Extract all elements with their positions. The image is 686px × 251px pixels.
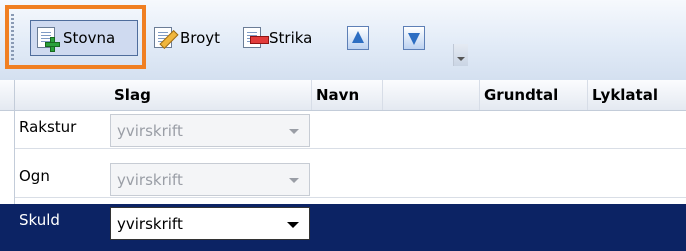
table-row[interactable]: Ogn yvirskrift — [0, 160, 686, 198]
add-document-icon — [35, 25, 62, 52]
strika-button[interactable]: Strika — [241, 20, 333, 56]
column-header-blank[interactable] — [383, 80, 480, 110]
toolbar-grip[interactable] — [11, 14, 14, 60]
data-grid: Slag Navn Grundtal Lyklatal Rakstur yvir… — [0, 80, 686, 251]
table-row[interactable]: Rakstur yvirskrift — [0, 111, 686, 149]
column-header-navn[interactable]: Navn — [312, 80, 383, 110]
stovna-button[interactable]: Stovna — [30, 20, 138, 56]
slag-select[interactable]: yvirskrift — [110, 207, 310, 240]
grid-header: Slag Navn Grundtal Lyklatal — [0, 80, 686, 111]
broyt-label: Broyt — [180, 29, 221, 47]
column-header-grundtal[interactable]: Grundtal — [480, 80, 588, 110]
move-up-button[interactable] — [345, 20, 375, 56]
move-up-arrow-icon — [345, 25, 372, 51]
slag-select[interactable]: yvirskrift — [110, 163, 310, 196]
column-header-slag[interactable]: Slag — [110, 80, 312, 110]
strika-label: Strika — [269, 29, 313, 47]
slag-select[interactable]: yvirskrift — [110, 114, 310, 147]
move-down-arrow-icon — [401, 25, 428, 51]
slag-select-value: yvirskrift — [117, 171, 183, 189]
stovna-label: Stovna — [63, 29, 116, 47]
row-name: Skuld — [19, 211, 60, 229]
broyt-button[interactable]: Broyt — [152, 20, 232, 56]
toolbar: Stovna Broyt Strika — [0, 0, 686, 80]
row-name: Ogn — [19, 167, 50, 185]
slag-select-value: yvirskrift — [117, 215, 183, 233]
edit-document-icon — [152, 25, 179, 51]
slag-select-value: yvirskrift — [117, 122, 183, 140]
toolbar-overflow-button[interactable] — [453, 44, 468, 66]
row-name: Rakstur — [19, 118, 77, 136]
move-down-button[interactable] — [401, 20, 431, 56]
delete-document-icon — [241, 25, 269, 51]
table-row-selected[interactable]: Skuld yvirskrift — [0, 204, 686, 251]
chevron-down-icon[interactable] — [287, 222, 299, 228]
chevron-down-icon[interactable] — [289, 129, 299, 134]
column-header-lyklatal[interactable]: Lyklatal — [588, 80, 686, 110]
chevron-down-icon[interactable] — [289, 178, 299, 183]
